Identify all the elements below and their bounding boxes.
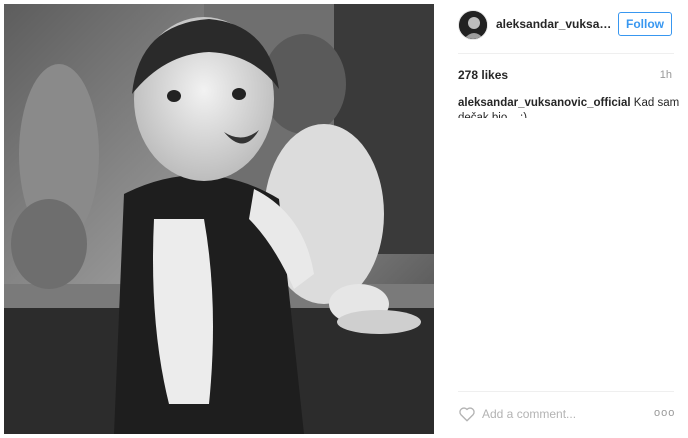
comment-input[interactable] [482, 404, 632, 424]
comment-divider [458, 391, 674, 392]
instagram-post: aleksandar_vuksanovic_official Follow 27… [0, 0, 688, 438]
comment-bar: ooo [444, 396, 688, 434]
caption-username[interactable]: aleksandar_vuksanovic_official [458, 97, 631, 109]
post-caption: aleksandar_vuksanovic_official Kad sam d… [458, 96, 680, 118]
more-options-icon[interactable]: ooo [654, 406, 674, 420]
like-count[interactable]: 278 likes [458, 68, 508, 82]
photo-illustration [4, 4, 434, 434]
username-link[interactable]: aleksandar_vuksanovic_official [496, 17, 612, 31]
heart-icon[interactable] [458, 405, 476, 423]
follow-button[interactable]: Follow [618, 12, 672, 36]
post-timestamp[interactable]: 1h [660, 69, 672, 81]
post-sidebar: aleksandar_vuksanovic_official Follow 27… [444, 0, 688, 438]
post-photo[interactable] [4, 4, 434, 434]
avatar-icon[interactable] [458, 10, 488, 40]
post-header: aleksandar_vuksanovic_official Follow [444, 0, 688, 50]
header-divider [458, 53, 674, 54]
